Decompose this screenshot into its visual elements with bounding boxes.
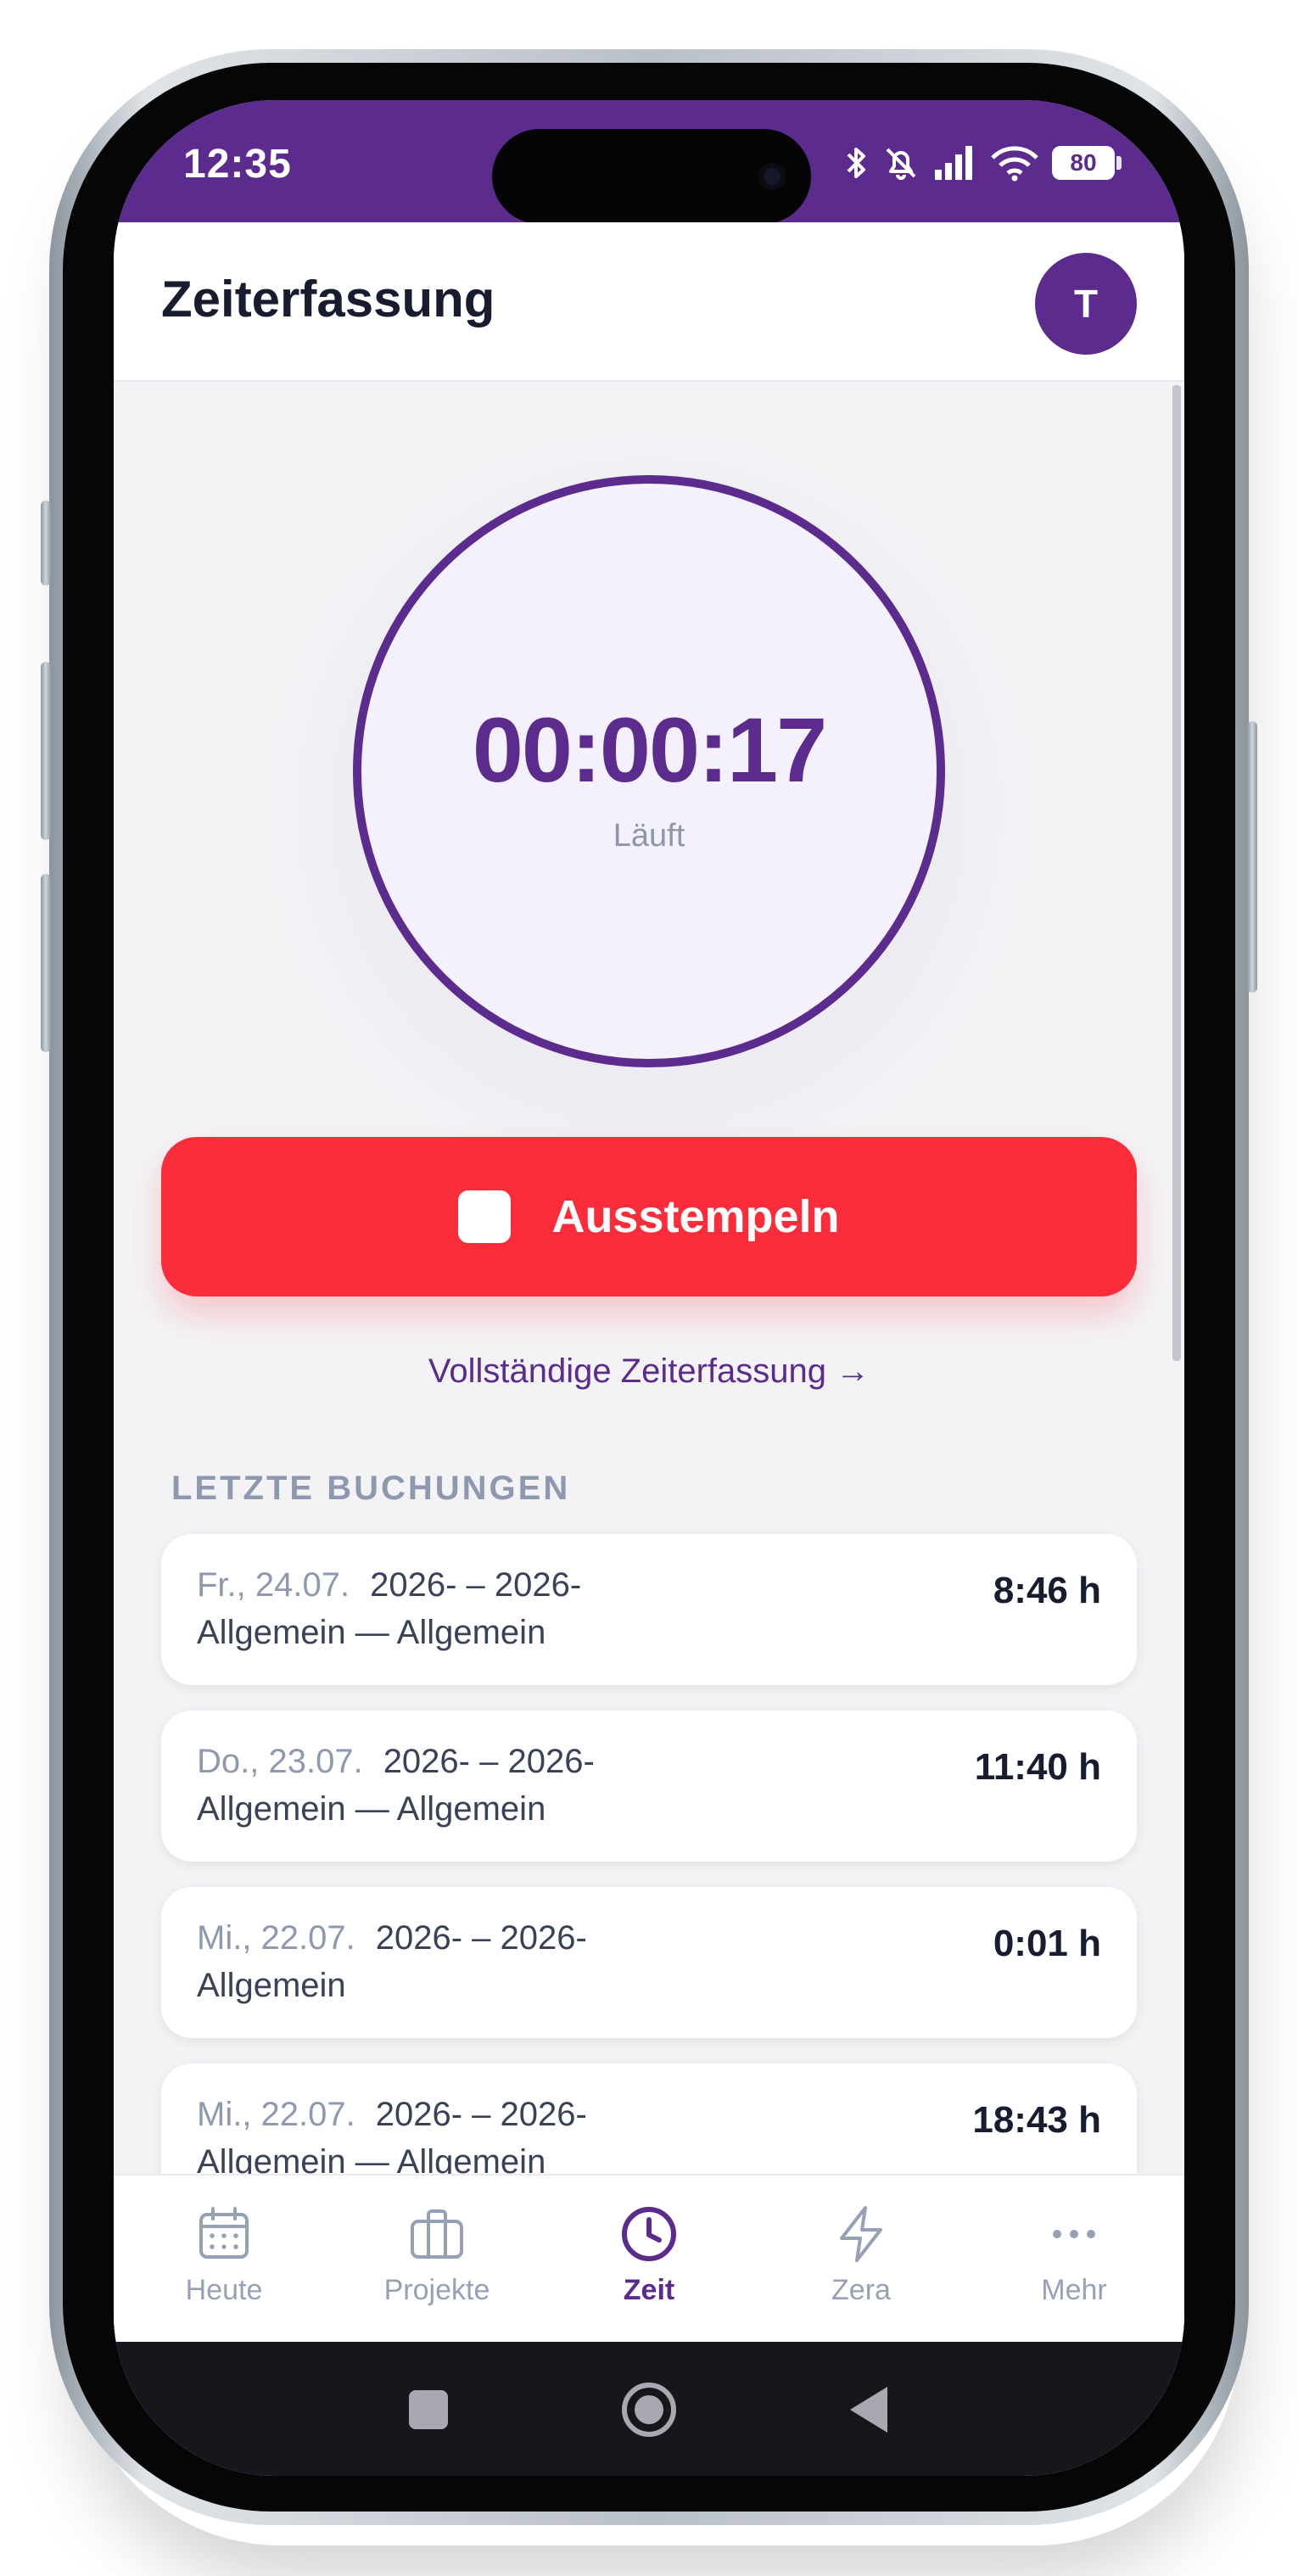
nav-label: Projekte — [383, 2274, 490, 2306]
nav-label: Heute — [185, 2274, 263, 2306]
volume-down-button — [41, 874, 51, 1052]
booking-project: Allgemein — [197, 1967, 346, 2004]
booking-date: Fr., 24.07. — [197, 1566, 350, 1604]
booking-card[interactable]: Fr., 24.07. 2026- – 2026- Allgemein — All… — [161, 1534, 1137, 1685]
signal-icon — [935, 146, 972, 180]
booking-date-line: Fr., 24.07. 2026- – 2026- — [197, 1566, 581, 1604]
bluetooth-icon — [847, 148, 865, 178]
clock-out-button[interactable]: Ausstempeln — [161, 1137, 1137, 1296]
nav-item-zera[interactable]: Zera — [776, 2204, 946, 2307]
more-dots-icon — [1053, 2230, 1095, 2238]
nav-item-projekte[interactable]: Projekte — [352, 2204, 522, 2307]
status-bar: 12:35 80 — [114, 100, 1184, 224]
front-camera — [758, 163, 786, 190]
booking-project: Allgemein — Allgemein — [197, 1614, 546, 1651]
recent-bookings-list: Fr., 24.07. 2026- – 2026- Allgemein — All… — [161, 1534, 1137, 2240]
avatar[interactable]: T — [1035, 253, 1137, 355]
device-mockup: 12:35 80 Zeiterfassung T 00:00:17 Läuft … — [0, 0, 1298, 2576]
power-button — [1247, 721, 1257, 993]
dynamic-island — [492, 129, 811, 224]
full-time-tracking-link[interactable]: Vollständige Zeiterfassung → — [114, 1352, 1184, 1391]
nav-item-zeit[interactable]: Zeit — [564, 2204, 734, 2307]
app-header: Zeiterfassung T — [114, 222, 1184, 382]
nav-item-heute[interactable]: Heute — [139, 2204, 309, 2307]
wifi-icon — [991, 146, 1038, 182]
nav-label: Mehr — [1041, 2274, 1107, 2306]
booking-date: Mi., 22.07. — [197, 1919, 355, 1957]
status-icons: 80 — [843, 143, 1122, 183]
status-time: 12:35 — [183, 142, 292, 187]
timer-value: 00:00:17 — [472, 698, 827, 801]
lightning-icon — [840, 2206, 882, 2262]
recent-bookings-heading: LETZTE BUCHUNGEN — [171, 1470, 571, 1507]
bottom-navigation: Heute Projekte Zeit Zera Mehr — [114, 2174, 1184, 2342]
booking-range: 2026- – 2026- — [383, 1743, 595, 1780]
volume-up-button — [41, 662, 51, 840]
booking-card[interactable]: Do., 23.07. 2026- – 2026- Allgemein — All… — [161, 1711, 1137, 1862]
system-navigation-bar — [114, 2342, 1184, 2476]
nav-label: Zera — [831, 2274, 891, 2306]
booking-project: Allgemein — Allgemein — [197, 1790, 546, 1828]
back-icon[interactable] — [840, 2380, 899, 2439]
booking-hours: 8:46 h — [993, 1570, 1101, 1611]
scrollbar[interactable] — [1172, 385, 1181, 1361]
screen: 12:35 80 Zeiterfassung T 00:00:17 Läuft … — [114, 100, 1184, 2476]
booking-range: 2026- – 2026- — [370, 1566, 582, 1604]
page-title: Zeiterfassung — [161, 271, 495, 328]
stop-icon — [458, 1190, 512, 1243]
home-icon[interactable] — [619, 2380, 679, 2439]
booking-date-line: Mi., 22.07. 2026- – 2026- — [197, 2096, 587, 2134]
booking-hours: 18:43 h — [972, 2099, 1101, 2141]
booking-date-line: Mi., 22.07. 2026- – 2026- — [197, 1919, 587, 1957]
clock-out-label: Ausstempeln — [551, 1191, 840, 1242]
calendar-icon — [199, 2207, 249, 2259]
nav-item-mehr[interactable]: Mehr — [989, 2204, 1159, 2307]
timer-status: Läuft — [613, 818, 685, 854]
booking-hours: 11:40 h — [974, 1746, 1101, 1788]
recents-icon[interactable] — [399, 2380, 458, 2439]
booking-range: 2026- – 2026- — [375, 2096, 587, 2133]
booking-hours: 0:01 h — [993, 1923, 1101, 1964]
booking-date-line: Do., 23.07. 2026- – 2026- — [197, 1743, 595, 1781]
clock-icon — [622, 2207, 676, 2261]
action-button — [41, 501, 51, 585]
booking-range: 2026- – 2026- — [375, 1919, 587, 1957]
briefcase-icon — [411, 2209, 463, 2259]
nav-label: Zeit — [623, 2274, 675, 2306]
booking-date: Mi., 22.07. — [197, 2096, 355, 2133]
booking-date: Do., 23.07. — [197, 1743, 363, 1780]
booking-card[interactable]: Mi., 22.07. 2026- – 2026- Allgemein 0:01 … — [161, 1887, 1137, 2038]
mute-bell-icon — [886, 148, 916, 180]
battery-indicator: 80 — [1052, 146, 1122, 180]
timer-circle: 00:00:17 Läuft — [353, 475, 945, 1067]
